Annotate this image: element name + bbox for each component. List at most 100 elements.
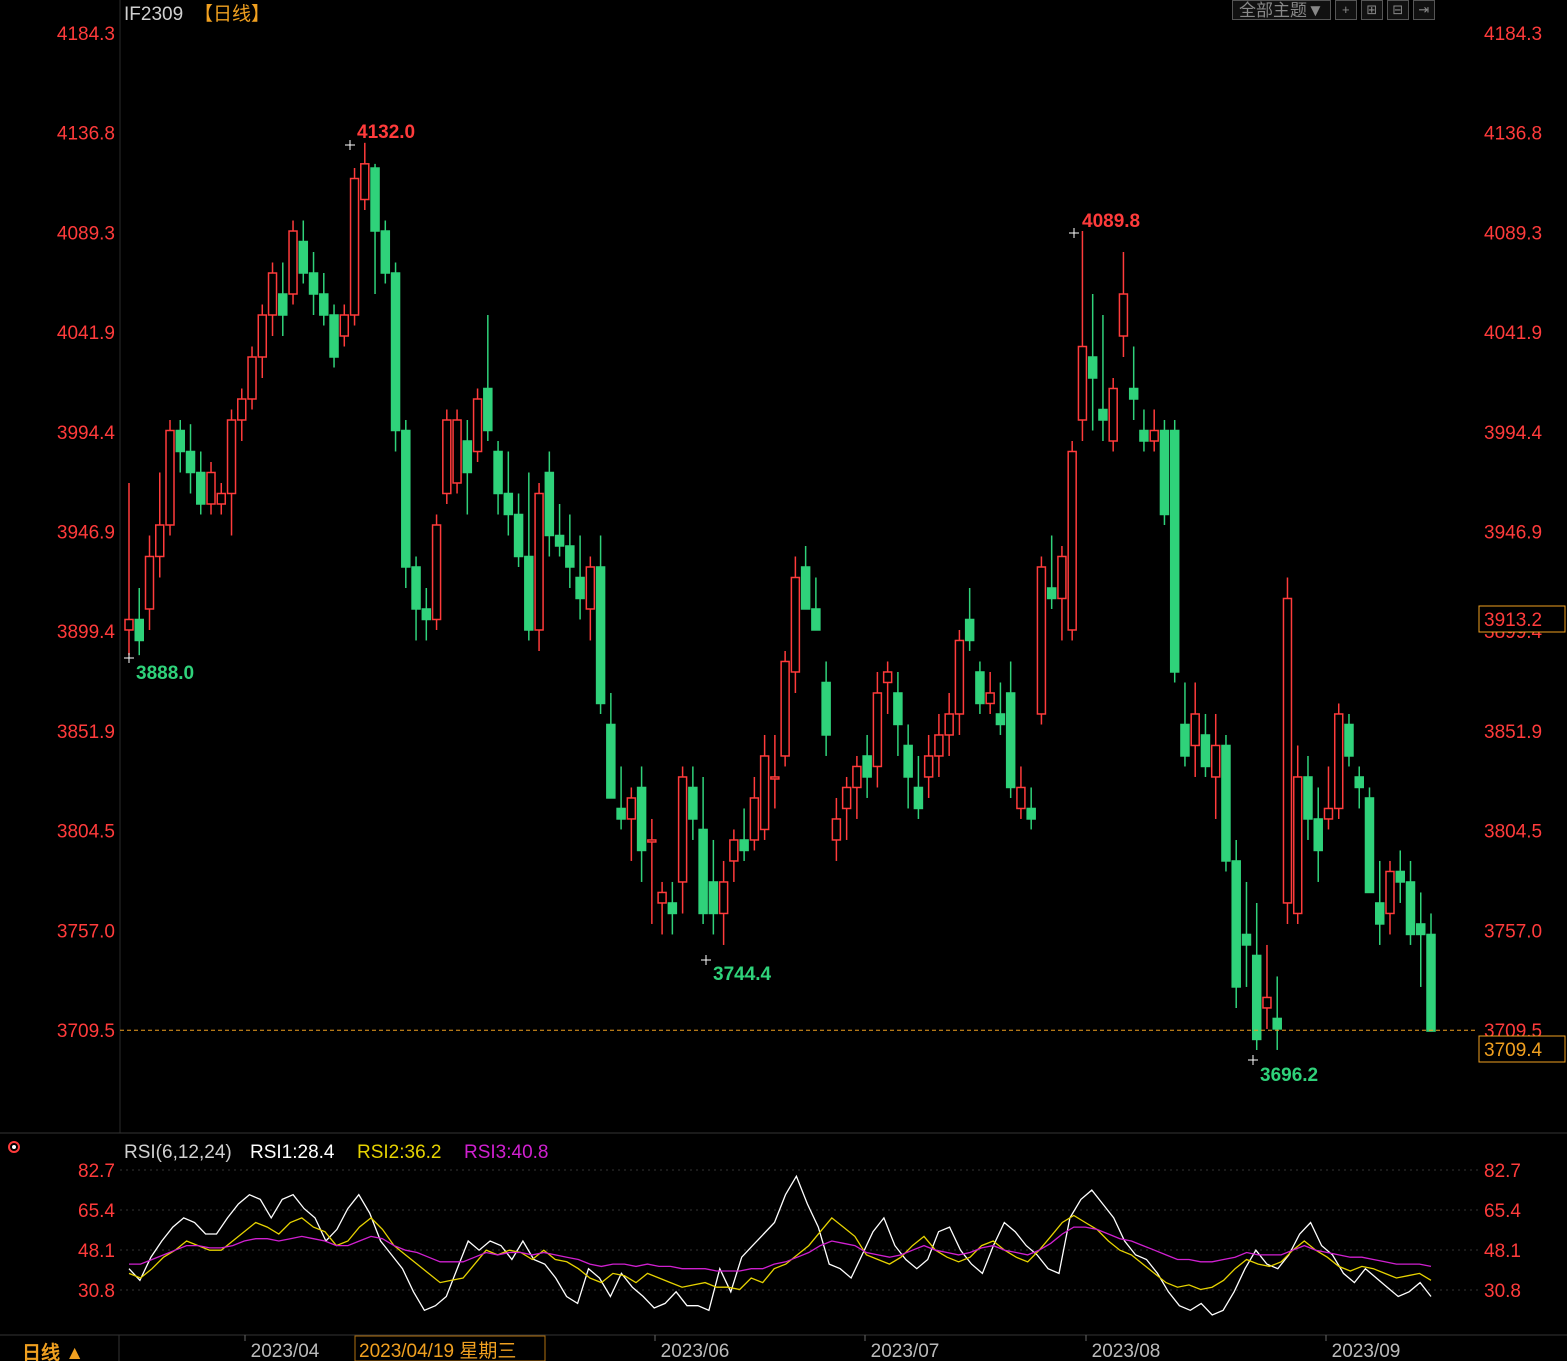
candle-body bbox=[882, 671, 893, 684]
candle-body bbox=[595, 566, 606, 705]
price-tick-right: 4089.3 bbox=[1484, 223, 1542, 244]
candle-body bbox=[308, 272, 319, 295]
rsi-tick-left: 30.8 bbox=[78, 1281, 115, 1302]
candle-body bbox=[565, 545, 575, 568]
candle-body bbox=[1180, 723, 1190, 757]
time-tick-label: 2023/08 bbox=[1092, 1341, 1161, 1361]
candle-body bbox=[1118, 293, 1129, 337]
candle-body bbox=[349, 177, 360, 316]
candle-body bbox=[657, 891, 667, 904]
candle-body bbox=[1026, 807, 1036, 820]
price-tick-left: 4089.3 bbox=[57, 223, 115, 244]
candle-body bbox=[1395, 870, 1405, 883]
svg-text:3913.2: 3913.2 bbox=[1484, 610, 1542, 631]
theme-select-button[interactable]: 全部主题▼ bbox=[1232, 0, 1331, 20]
candle-body bbox=[636, 786, 647, 852]
candle-body bbox=[452, 419, 462, 484]
candle-body bbox=[1077, 345, 1088, 421]
candle-body bbox=[964, 618, 975, 642]
candle-body bbox=[544, 471, 555, 537]
candle-body bbox=[698, 828, 708, 915]
candle-body bbox=[237, 398, 247, 421]
candle-body bbox=[1344, 723, 1354, 757]
candle-body bbox=[729, 839, 739, 862]
candle-body bbox=[1282, 597, 1293, 904]
candle-body bbox=[1385, 870, 1395, 915]
candle-body bbox=[575, 576, 585, 600]
candle-body bbox=[749, 797, 760, 841]
candle-body bbox=[1303, 776, 1313, 820]
candle-body bbox=[421, 608, 432, 621]
price-tick-left: 4136.8 bbox=[57, 124, 115, 145]
candle-body bbox=[1323, 807, 1334, 820]
rsi-line-rsi3 bbox=[129, 1226, 1432, 1272]
rsi-tick-left: 82.7 bbox=[78, 1161, 115, 1182]
price-tick-right: 4136.8 bbox=[1484, 124, 1542, 145]
svg-text:4089.8: 4089.8 bbox=[1082, 211, 1140, 232]
candle-body bbox=[185, 450, 196, 474]
candle-body bbox=[329, 314, 339, 358]
candle-body bbox=[739, 839, 749, 852]
candle-body bbox=[975, 671, 985, 705]
candle-body bbox=[688, 786, 698, 820]
candle-body bbox=[1374, 902, 1385, 925]
price-tick-right: 3804.5 bbox=[1484, 822, 1542, 843]
candle-body bbox=[852, 765, 862, 789]
candle-body bbox=[1108, 387, 1118, 442]
candle-body bbox=[165, 429, 175, 526]
candle-body bbox=[1231, 860, 1241, 988]
candle-body bbox=[1087, 356, 1098, 379]
candle-body bbox=[1426, 933, 1436, 1032]
price-tick-right: 4184.3 bbox=[1484, 24, 1542, 45]
candle-body bbox=[1057, 555, 1067, 600]
candle-body bbox=[1354, 776, 1364, 789]
candle-body bbox=[524, 555, 534, 631]
candle-body bbox=[1313, 818, 1323, 852]
candle-body bbox=[893, 692, 903, 726]
candle-body bbox=[278, 293, 288, 316]
rsi-settings-icon[interactable] bbox=[8, 1141, 20, 1153]
candle-body bbox=[770, 776, 780, 780]
price-tick-left: 3709.5 bbox=[57, 1021, 115, 1042]
candle-body bbox=[585, 566, 596, 610]
candle-body bbox=[380, 230, 391, 274]
candle-body bbox=[390, 272, 401, 432]
svg-text:3696.2: 3696.2 bbox=[1260, 1065, 1318, 1086]
cursor-date: 2023/04/19 星期三 bbox=[359, 1340, 516, 1361]
price-tick-left: 3757.0 bbox=[57, 921, 115, 942]
rsi-line-rsi1 bbox=[128, 1174, 1432, 1316]
candle-body bbox=[677, 776, 688, 883]
candle-body bbox=[1405, 881, 1416, 936]
period-button[interactable]: 日线 ▲ bbox=[22, 1341, 84, 1361]
svg-text:4132.0: 4132.0 bbox=[357, 122, 415, 143]
rsi-axis-right: 82.7 65.4 48.1 30.8 bbox=[1484, 1161, 1521, 1302]
candle-body bbox=[513, 513, 524, 558]
move-right-icon[interactable]: ⇥ bbox=[1412, 0, 1435, 20]
candle-body bbox=[1128, 387, 1139, 400]
candle-body bbox=[1221, 744, 1231, 862]
symbol-label: IF2309 bbox=[124, 4, 183, 25]
last-price-tag: 3709.4 bbox=[1478, 1035, 1566, 1063]
current-price-tag: 3913.2 bbox=[1478, 605, 1566, 633]
candle-body bbox=[934, 734, 944, 757]
candle-body bbox=[831, 818, 842, 841]
price-tick-right: 4041.9 bbox=[1484, 323, 1542, 344]
price-tick-right: 3994.4 bbox=[1484, 423, 1543, 444]
candle-body bbox=[554, 534, 565, 547]
rsi3-legend: RSI3:40.8 bbox=[464, 1142, 549, 1163]
rsi-tick-right: 48.1 bbox=[1484, 1241, 1521, 1262]
rsi-grid bbox=[120, 1169, 1478, 1291]
candle-body bbox=[196, 471, 206, 505]
rsi-tick-right: 82.7 bbox=[1484, 1161, 1521, 1182]
candlestick-series[interactable] bbox=[124, 142, 1436, 1050]
candle-body bbox=[1251, 954, 1262, 1041]
candle-body bbox=[759, 755, 770, 831]
candle-body bbox=[1292, 776, 1303, 915]
period-tag: 【日线】 bbox=[194, 3, 270, 25]
candle-body bbox=[872, 692, 883, 768]
crosshair-icon[interactable]: + bbox=[1334, 0, 1357, 20]
kline-chart[interactable]: 4184.3 4136.8 4089.3 4041.9 3994.4 3946.9 3899… bbox=[0, 0, 1567, 1361]
zoom-in-icon[interactable]: ⊞ bbox=[1360, 0, 1383, 20]
zoom-out-icon[interactable]: ⊟ bbox=[1386, 0, 1409, 20]
candle-body bbox=[1190, 713, 1200, 747]
